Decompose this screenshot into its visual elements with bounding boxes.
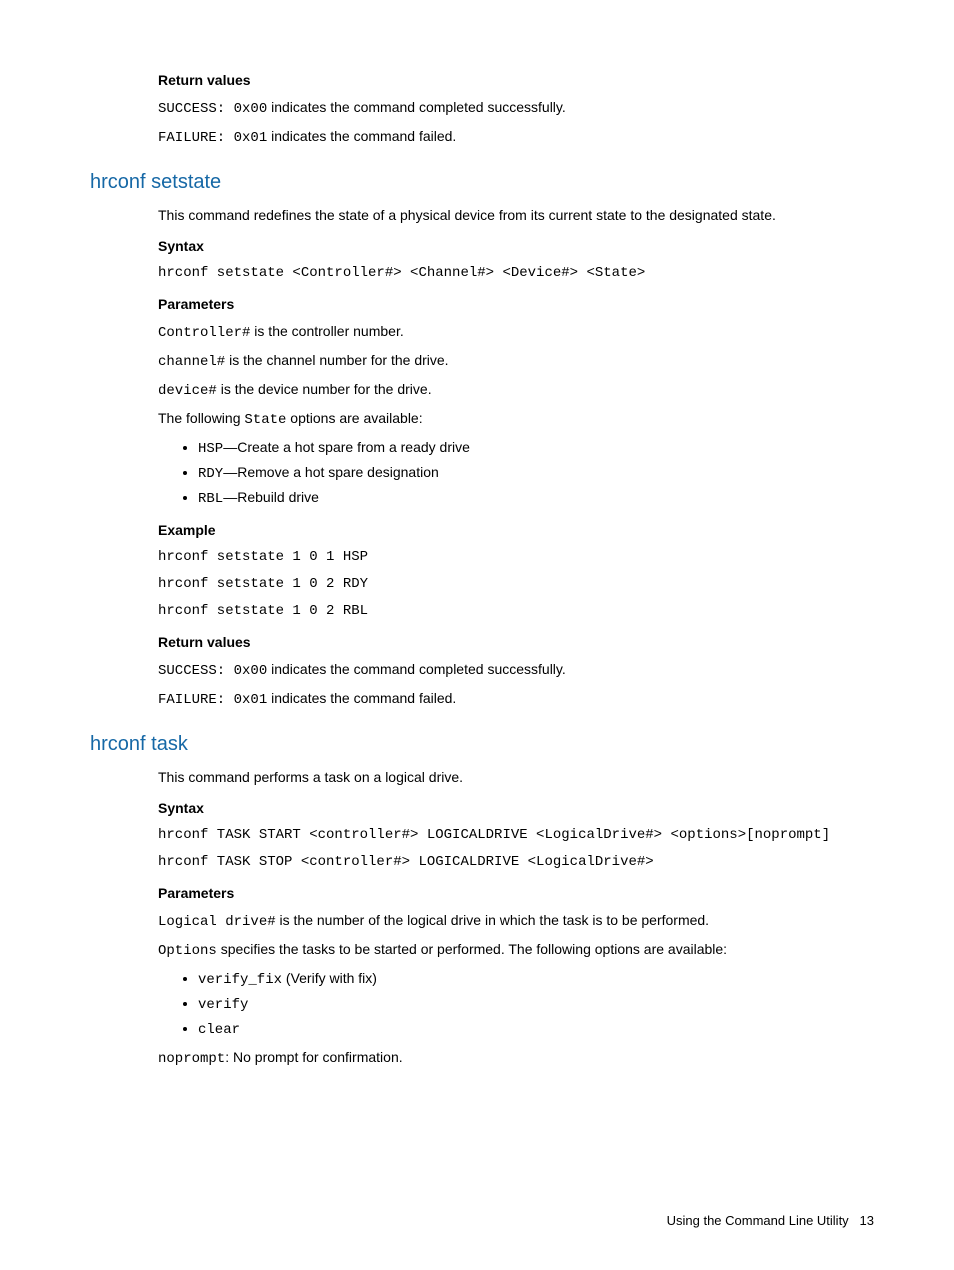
text: indicates the command completed successf…: [267, 99, 566, 115]
example-heading: Example: [158, 520, 874, 541]
text: is the controller number.: [250, 323, 403, 339]
syntax-heading: Syntax: [158, 798, 874, 819]
list-item: verify: [198, 993, 874, 1016]
code: device#: [158, 383, 217, 399]
text-post: options are available:: [286, 410, 422, 426]
text: : No prompt for confirmation.: [225, 1049, 402, 1065]
return-value-failure: FAILURE: 0x01 indicates the command fail…: [158, 126, 874, 149]
syntax-code: hrconf TASK START <controller#> LOGICALD…: [158, 825, 874, 846]
code: noprompt: [158, 1051, 225, 1067]
code: channel#: [158, 354, 225, 370]
text: indicates the command failed.: [267, 128, 456, 144]
parameters-heading: Parameters: [158, 294, 874, 315]
text: —Rebuild drive: [223, 489, 319, 505]
param-channel: channel# is the channel number for the d…: [158, 350, 874, 373]
text: is the device number for the drive.: [217, 381, 432, 397]
param-state-intro: The following State options are availabl…: [158, 408, 874, 431]
code: clear: [198, 1022, 240, 1038]
param-noprompt: noprompt: No prompt for confirmation.: [158, 1047, 874, 1070]
text: —Remove a hot spare designation: [223, 464, 439, 480]
code: verify_fix: [198, 972, 282, 988]
code: RBL: [198, 491, 223, 507]
return-value-success: SUCCESS: 0x00 indicates the command comp…: [158, 97, 874, 120]
list-item: verify_fix (Verify with fix): [198, 968, 874, 991]
return-values-heading: Return values: [158, 632, 874, 653]
text: indicates the command failed.: [267, 690, 456, 706]
text: is the number of the logical drive in wh…: [276, 912, 709, 928]
text-pre: The following: [158, 410, 244, 426]
footer-text: Using the Command Line Utility: [667, 1213, 849, 1228]
syntax-code: hrconf TASK STOP <controller#> LOGICALDR…: [158, 852, 874, 873]
param-logical-drive: Logical drive# is the number of the logi…: [158, 910, 874, 933]
code: Logical drive#: [158, 914, 276, 930]
task-options-list: verify_fix (Verify with fix) verify clea…: [158, 968, 874, 1041]
code: FAILURE: 0x01: [158, 130, 267, 146]
state-options-list: HSP—Create a hot spare from a ready driv…: [158, 437, 874, 510]
code: FAILURE: 0x01: [158, 692, 267, 708]
list-item: clear: [198, 1018, 874, 1041]
intro-text: This command redefines the state of a ph…: [158, 205, 874, 226]
code: HSP: [198, 441, 223, 457]
page-footer: Using the Command Line Utility 13: [667, 1211, 874, 1231]
text: —Create a hot spare from a ready drive: [223, 439, 470, 455]
param-controller: Controller# is the controller number.: [158, 321, 874, 344]
text: indicates the command completed successf…: [267, 661, 566, 677]
parameters-heading: Parameters: [158, 883, 874, 904]
code: RDY: [198, 466, 223, 482]
example-line: hrconf setstate 1 0 2 RDY: [158, 574, 874, 595]
example-line: hrconf setstate 1 0 1 HSP: [158, 547, 874, 568]
code: State: [244, 412, 286, 428]
syntax-heading: Syntax: [158, 236, 874, 257]
param-device: device# is the device number for the dri…: [158, 379, 874, 402]
code: SUCCESS: 0x00: [158, 101, 267, 117]
syntax-code: hrconf setstate <Controller#> <Channel#>…: [158, 263, 874, 284]
list-item: HSP—Create a hot spare from a ready driv…: [198, 437, 874, 460]
list-item: RBL—Rebuild drive: [198, 487, 874, 510]
return-value-failure: FAILURE: 0x01 indicates the command fail…: [158, 688, 874, 711]
example-line: hrconf setstate 1 0 2 RBL: [158, 601, 874, 622]
code: SUCCESS: 0x00: [158, 663, 267, 679]
return-values-heading: Return values: [158, 70, 874, 91]
text: is the channel number for the drive.: [225, 352, 448, 368]
text: (Verify with fix): [282, 970, 377, 986]
code: verify: [198, 997, 248, 1013]
page-number: 13: [860, 1213, 874, 1228]
param-options: Options specifies the tasks to be starte…: [158, 939, 874, 962]
section-title-hrconf-task: hrconf task: [90, 729, 874, 759]
code: Options: [158, 943, 217, 959]
code: Controller#: [158, 325, 250, 341]
return-value-success: SUCCESS: 0x00 indicates the command comp…: [158, 659, 874, 682]
text: specifies the tasks to be started or per…: [217, 941, 727, 957]
section-title-hrconf-setstate: hrconf setstate: [90, 167, 874, 197]
list-item: RDY—Remove a hot spare designation: [198, 462, 874, 485]
intro-text: This command performs a task on a logica…: [158, 767, 874, 788]
